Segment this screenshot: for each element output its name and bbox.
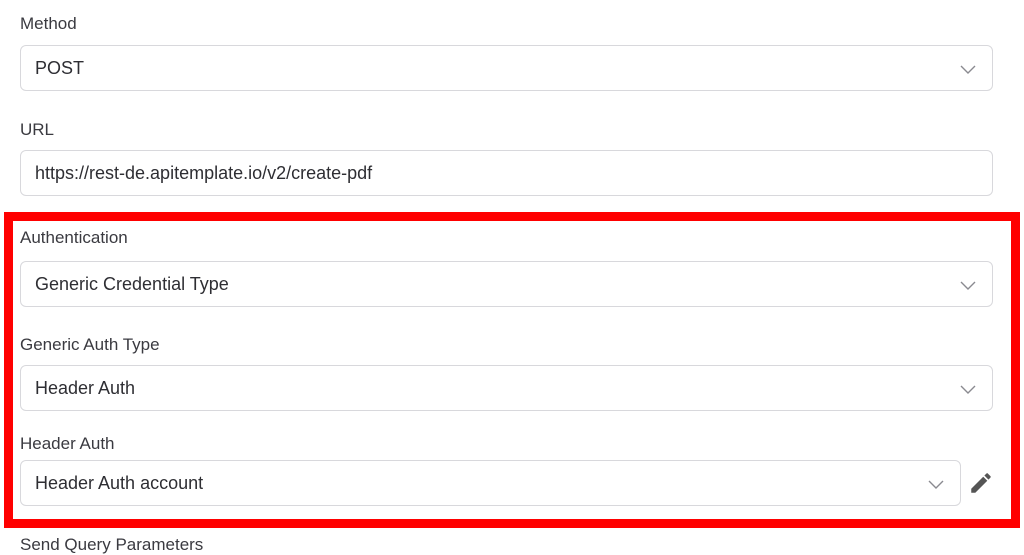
url-value: https://rest-de.apitemplate.io/v2/create… bbox=[35, 163, 373, 183]
chevron-down-icon bbox=[960, 65, 976, 74]
method-label: Method bbox=[20, 14, 77, 33]
authentication-value: Generic Credential Type bbox=[35, 274, 229, 294]
authentication-select[interactable]: Generic Credential Type bbox=[20, 261, 993, 307]
url-label: URL bbox=[20, 120, 55, 139]
generic-auth-type-label: Generic Auth Type bbox=[20, 335, 160, 354]
pencil-icon[interactable] bbox=[968, 470, 994, 496]
header-auth-label: Header Auth bbox=[20, 434, 115, 453]
chevron-down-icon bbox=[960, 385, 976, 394]
header-auth-credential-select[interactable]: Header Auth account bbox=[20, 460, 961, 506]
chevron-down-icon bbox=[928, 480, 944, 489]
method-value: POST bbox=[35, 58, 85, 78]
url-input[interactable]: https://rest-de.apitemplate.io/v2/create… bbox=[20, 150, 993, 196]
send-query-parameters-label: Send Query Parameters bbox=[20, 535, 204, 554]
method-select[interactable]: POST bbox=[20, 45, 993, 91]
header-auth-value: Header Auth account bbox=[35, 473, 204, 493]
generic-auth-type-value: Header Auth bbox=[35, 378, 136, 398]
chevron-down-icon bbox=[960, 281, 976, 290]
generic-auth-type-select[interactable]: Header Auth bbox=[20, 365, 993, 411]
authentication-label: Authentication bbox=[20, 228, 128, 247]
